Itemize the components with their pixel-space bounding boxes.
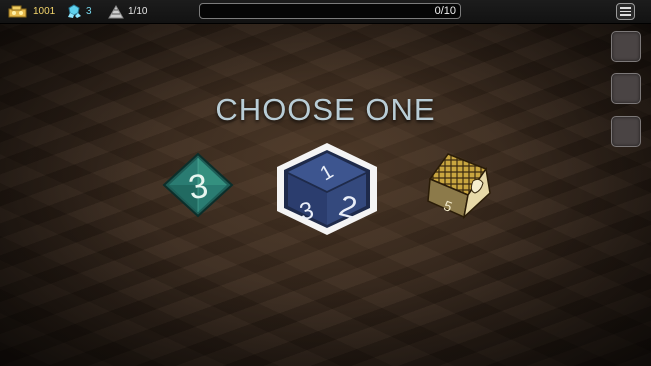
- top-hud-bar: 1001 3 1/10 0/10: [0, 0, 651, 24]
- gold-coins-icon: [8, 5, 27, 17]
- progress-bar: 0/10: [199, 3, 461, 19]
- menu-line: [620, 14, 631, 16]
- blue-die-option-selected[interactable]: 1 2 3: [272, 141, 382, 237]
- gems-icon: [68, 4, 81, 18]
- gold-value: 1001: [33, 6, 56, 17]
- choose-one-title: CHOOSE ONE: [215, 92, 436, 127]
- progress-text: 0/10: [434, 5, 456, 17]
- gem-counter: 3: [66, 3, 92, 20]
- menu-line: [620, 10, 631, 13]
- gold-die-option[interactable]: 5: [418, 151, 494, 221]
- gold-counter: 1001: [7, 3, 55, 20]
- gem-value: 3: [86, 6, 92, 17]
- floor-value: 1/10: [128, 6, 148, 17]
- teal-die-option[interactable]: 3: [162, 152, 234, 218]
- hamburger-menu-icon[interactable]: [616, 3, 635, 20]
- side-slot-1[interactable]: [611, 31, 641, 62]
- floor-counter: 1/10: [108, 3, 147, 20]
- pyramid-icon: [108, 4, 124, 18]
- menu-line: [620, 7, 631, 9]
